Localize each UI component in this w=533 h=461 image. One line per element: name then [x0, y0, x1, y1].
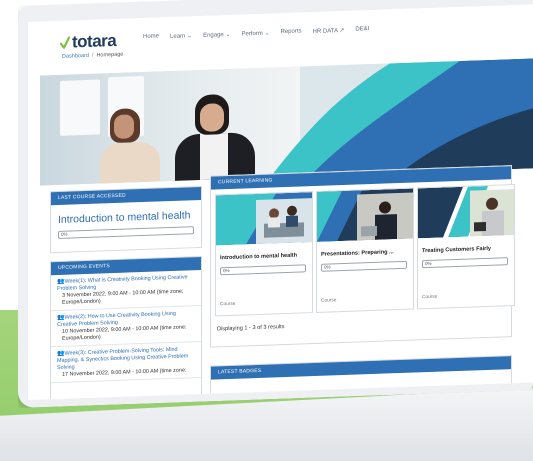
course-type: Course: [422, 294, 438, 301]
progress-bar: 0%: [58, 226, 194, 239]
main-nav: Home Learn ⌄ Engage ⌄ Perform ⌄ Reports …: [143, 26, 369, 41]
nav-engage-label: Engage: [203, 32, 224, 39]
nav-dei[interactable]: DE&I: [355, 26, 369, 33]
nav-reports[interactable]: Reports: [281, 28, 302, 36]
progress-bar: 0%: [220, 264, 306, 276]
breadcrumb-homepage: Homepage: [96, 51, 124, 59]
course-card[interactable]: Introduction to mental health 0% Course: [215, 191, 313, 317]
course-title[interactable]: Presentations: Preparing ...: [321, 249, 413, 258]
nav-hr-data[interactable]: HR DATA ↗: [313, 27, 345, 35]
last-course-title[interactable]: Introduction to mental health: [58, 209, 201, 226]
upcoming-events-panel: UPCOMING EVENTS 👥Week(1): What is Creati…: [50, 255, 202, 400]
last-course-panel: LAST COURSE ACCESSED Introduction to men…: [50, 185, 202, 254]
course-image-art: [317, 188, 413, 242]
course-cards: Introduction to mental health 0% Course: [215, 183, 515, 317]
panel-header: LAST COURSE ACCESSED: [51, 186, 201, 206]
breadcrumb-dashboard[interactable]: Dashboard: [62, 53, 89, 60]
current-learning-panel: CURRENT LEARNING Introduction to mental …: [210, 165, 515, 348]
course-type: Course: [321, 298, 337, 304]
nav-perform[interactable]: Perform ⌄: [241, 30, 269, 38]
course-image-art: [418, 185, 514, 239]
nav-learn-label: Learn: [170, 33, 186, 41]
list-item: 👥Week(1): What is Creativity Booking Usi…: [51, 269, 201, 312]
logo[interactable]: totara: [60, 31, 116, 53]
course-image-art: [216, 192, 312, 246]
chevron-down-icon: ⌄: [225, 31, 231, 39]
course-image: [216, 192, 312, 246]
nav-learn[interactable]: Learn ⌄: [170, 32, 192, 40]
laptop-screen: totara Home Learn ⌄ Engage ⌄ Perform ⌄ R…: [28, 4, 533, 400]
course-title[interactable]: Introduction to mental health: [220, 252, 312, 262]
brand-name: totara: [72, 30, 117, 52]
panel-header: LATEST BADGES: [211, 356, 511, 380]
breadcrumb: Dashboard / Homepage: [62, 52, 123, 60]
progress-bar: 0%: [422, 257, 508, 269]
nav-engage[interactable]: Engage ⌄: [203, 31, 230, 39]
progress-bar: 0%: [321, 260, 407, 272]
course-card[interactable]: Treating Customers Fairly 0% Course: [417, 183, 515, 310]
leaf-icon: [60, 36, 70, 49]
course-image: [418, 185, 514, 239]
nav-home[interactable]: Home: [143, 33, 159, 41]
nav-perform-label: Perform: [241, 30, 263, 38]
chevron-down-icon: ⌄: [187, 33, 193, 40]
results-count: Displaying 1 - 3 of 3 results: [217, 324, 285, 333]
list-item: 👥Week(2): How to Use Creativity Booking …: [51, 305, 201, 348]
course-card[interactable]: Presentations: Preparing ... 0% Course: [316, 187, 414, 313]
list-item: 👥Week(3): Creative Problem-Solving Tools…: [51, 341, 201, 384]
course-title[interactable]: Treating Customers Fairly: [422, 245, 514, 254]
breadcrumb-separator: /: [91, 52, 94, 59]
chevron-down-icon: ⌄: [264, 30, 270, 37]
course-image: [317, 188, 413, 242]
course-type: Course: [220, 301, 236, 308]
